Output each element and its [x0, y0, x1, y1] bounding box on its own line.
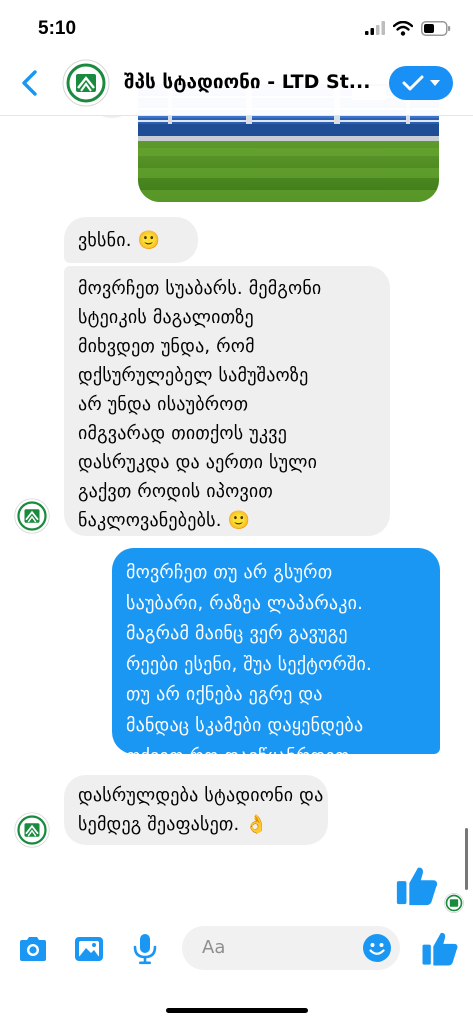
scrollbar[interactable] [465, 828, 468, 890]
gallery-icon [75, 937, 103, 961]
incoming-message-bubble[interactable]: ვხსნი. 🙂 [64, 217, 198, 263]
like-button[interactable] [420, 928, 460, 968]
sender-avatar[interactable] [14, 498, 50, 534]
thumbs-up-icon [422, 932, 458, 966]
incoming-message-bubble[interactable]: დასრულდება სტადიონი და სემდეგ შეაფასეთ. … [64, 775, 328, 845]
home-indicator[interactable] [166, 1008, 308, 1013]
status-bar: 5:10 [0, 0, 473, 50]
signal-icon [365, 21, 385, 35]
conversation-thread[interactable]: ვხსნი. 🙂 მოვრჩეთ სუაბარს. მემგონი სტეიკი… [0, 0, 473, 1024]
message-text-line: რეები ესენი, შუა სექტორში. [126, 653, 372, 675]
seen-receipt-avatar [444, 893, 464, 913]
stadium-logo-icon [14, 812, 50, 848]
message-text-line: მანდაც სკამები დაყენდება [126, 714, 364, 736]
contact-name[interactable]: შპს სტადიონი - LTD St... [124, 71, 386, 93]
status-icons [365, 20, 451, 36]
sender-avatar[interactable] [14, 812, 50, 848]
message-text-line: დასრუკდა და აერთი სული [78, 452, 318, 473]
stadium-logo-icon [14, 498, 50, 534]
messenger-chat-screen: ვხსნი. 🙂 მოვრჩეთ სუაბარს. მემგონი სტეიკი… [0, 0, 473, 1024]
message-text-line: მოვრჩეთ თუ არ გსურთ [126, 562, 333, 583]
message-text-line: მოვრჩეთ სუაბარს. მემგონი [78, 278, 322, 299]
message-text-line: თუ არ იქნება ეგრე და [126, 684, 323, 706]
sent-thumbs-up-icon[interactable] [394, 862, 440, 908]
message-text-line: თქვით რო დავწყანრდეთ [126, 745, 350, 767]
status-time: 5:10 [38, 18, 77, 39]
camera-icon [20, 937, 46, 961]
message-text-line: გაქვთ როდის იპოვით [78, 481, 273, 502]
message-input[interactable]: Aa [182, 926, 400, 970]
checkmark-icon [402, 75, 424, 91]
stadium-logo-icon [444, 893, 464, 913]
camera-button[interactable] [16, 932, 50, 966]
message-text-line: დასრულდება სტადიონი და [78, 785, 324, 806]
contact-avatar[interactable] [62, 59, 110, 107]
message-text-line: ვხსნი. 🙂 [78, 230, 161, 251]
thumbs-up-icon [396, 867, 438, 906]
emoji-button[interactable] [362, 933, 392, 963]
verified-dropdown-button[interactable] [389, 66, 453, 100]
microphone-button[interactable] [128, 932, 162, 966]
outgoing-message-bubble[interactable]: მოვრჩეთ თუ არ გსურთ საუბარი, რაზეა ლაპარ… [112, 548, 440, 767]
gallery-button[interactable] [72, 932, 106, 966]
message-text-line: საუბარი, რაზეა ლაპარაკი. [126, 592, 364, 614]
message-composer: Aa [0, 920, 473, 976]
incoming-message-bubble[interactable]: მოვრჩეთ სუაბარს. მემგონი სტეიკის მაგალით… [64, 266, 390, 536]
chat-header: შპს სტადიონი - LTD St... [0, 50, 473, 116]
stadium-logo-icon [62, 59, 110, 107]
wifi-icon [393, 20, 413, 36]
battery-icon [421, 20, 451, 36]
message-text-line: მიხვდეთ უნდა, რომ [78, 336, 255, 357]
emoji-icon [363, 934, 391, 962]
message-text-line: დქსურულებელ სამუშაოზე [78, 365, 309, 386]
message-input-placeholder: Aa [202, 937, 226, 958]
chevron-left-icon [22, 70, 37, 96]
microphone-icon [133, 934, 157, 965]
message-text-line: ნაკლოვანებებს. 🙂 [78, 510, 251, 531]
back-button[interactable] [16, 67, 46, 99]
message-text-line: სემდეგ შეაფასეთ. 👌 [78, 814, 268, 835]
message-text-line: იმგვარად თითქოს უკვე [78, 423, 288, 444]
caret-down-icon [430, 80, 440, 86]
message-text-line: სტეიკის მაგალითზე [78, 307, 254, 328]
message-text-line: არ უნდა ისაუბროთ [78, 394, 249, 415]
message-text-line: მაგრამ მაინც ვერ გავუგე [126, 623, 348, 645]
